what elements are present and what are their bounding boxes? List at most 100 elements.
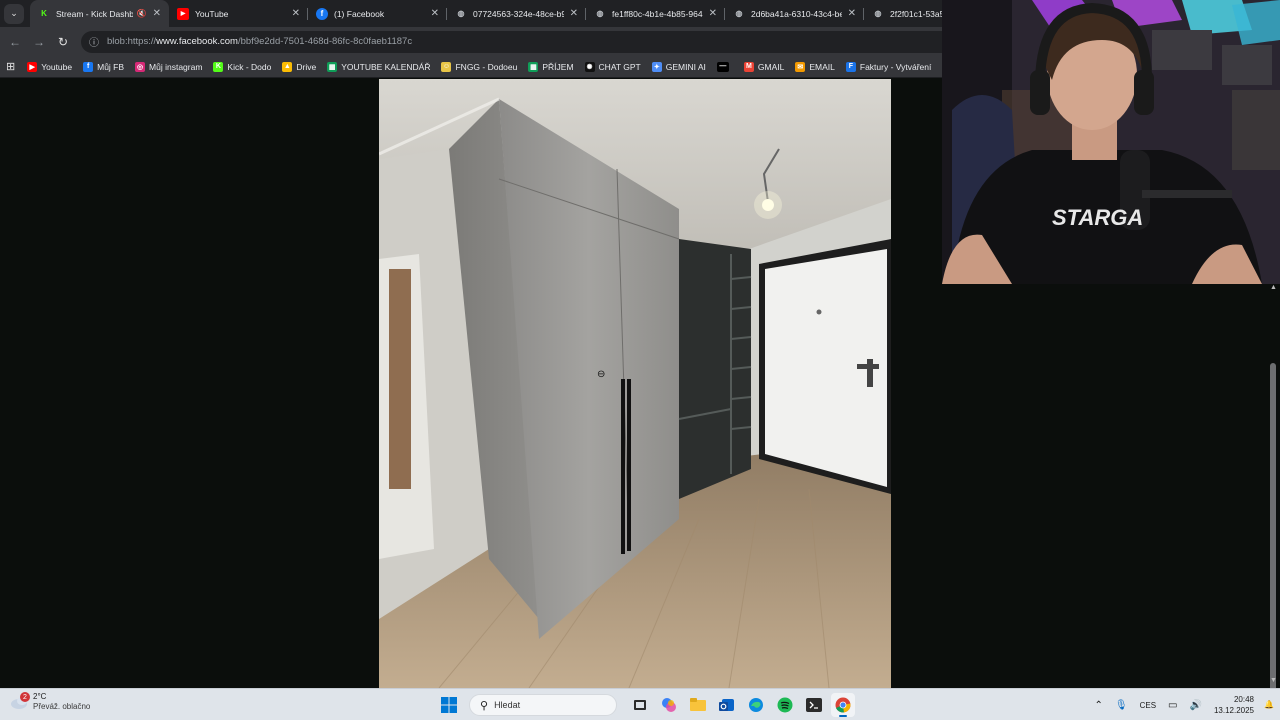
volume-icon[interactable]: 🔊 bbox=[1190, 700, 1202, 711]
bookmark-14[interactable]: F Faktury - Vytváření bbox=[845, 61, 932, 72]
taskbar-search-placeholder: Hledat bbox=[494, 700, 521, 710]
reload-button[interactable]: ↻ bbox=[51, 30, 75, 54]
globe-icon: ◍ bbox=[874, 9, 882, 18]
close-tab-icon[interactable]: ✕ bbox=[848, 8, 856, 19]
streamer-webcam-image: STARGA bbox=[942, 0, 1280, 284]
bookmark-5[interactable]: ▲ Drive bbox=[282, 61, 316, 72]
tab-title: Stream - Kick Dashbo bbox=[56, 8, 133, 19]
facebook-icon: f bbox=[316, 7, 328, 20]
close-tab-icon[interactable]: ✕ bbox=[292, 8, 300, 19]
close-tab-icon[interactable]: ✕ bbox=[431, 8, 439, 19]
bookmark-1[interactable]: ▶ Youtube bbox=[27, 61, 73, 72]
youtube-icon: ▶ bbox=[177, 7, 189, 20]
chrome-button[interactable] bbox=[830, 693, 855, 717]
file-explorer-button[interactable] bbox=[686, 693, 710, 717]
input-language[interactable]: CES bbox=[1140, 701, 1156, 710]
drive-icon: ▲ bbox=[282, 61, 293, 72]
gmail-icon: M bbox=[743, 61, 754, 72]
tab-3[interactable]: f (1) Facebook ✕ bbox=[308, 0, 447, 27]
forward-button[interactable]: → bbox=[27, 30, 51, 54]
reload-icon: ↻ bbox=[57, 34, 69, 49]
hallway-photo[interactable] bbox=[379, 79, 891, 688]
faktury-icon: F bbox=[845, 61, 856, 72]
svg-text:STARGA: STARGA bbox=[1052, 205, 1143, 230]
cloud-icon: 2 bbox=[10, 692, 30, 711]
bookmark-label: Youtube bbox=[41, 61, 73, 72]
chevron-down-icon: ⌄ bbox=[10, 8, 18, 18]
page-scrollbar[interactable] bbox=[1270, 363, 1276, 720]
bookmark-label: CHAT GPT bbox=[598, 61, 641, 72]
back-button[interactable]: ← bbox=[3, 30, 27, 54]
spotify-icon bbox=[777, 697, 792, 713]
clock-time: 20:48 bbox=[1233, 695, 1254, 704]
scroll-up-arrow-icon[interactable]: ▲ bbox=[1270, 284, 1278, 291]
taskbar-search[interactable]: ⚲ Hledat bbox=[469, 694, 617, 716]
notification-bell-icon[interactable]: 🔔 bbox=[1264, 700, 1274, 710]
microphone-icon[interactable]: 🎙 bbox=[1115, 700, 1128, 711]
arrow-right-icon: → bbox=[33, 34, 45, 49]
zoom-out-cursor-icon: ⊖ bbox=[597, 369, 606, 380]
bookmark-12[interactable]: M GMAIL bbox=[743, 61, 784, 72]
active-app-indicator bbox=[838, 715, 847, 717]
clock-date: 13.12.2025 bbox=[1213, 706, 1254, 715]
tab-search-button[interactable]: ⌄ bbox=[4, 3, 24, 24]
bookmark-9[interactable]: ✺ CHAT GPT bbox=[584, 61, 641, 72]
spotify-button[interactable] bbox=[773, 693, 797, 717]
bookmark-label: EMAIL bbox=[809, 61, 835, 72]
tab-title: YouTube bbox=[195, 8, 229, 19]
scroll-down-arrow-icon[interactable]: ▼ bbox=[1270, 677, 1278, 684]
bookmark-label: Faktury - Vytváření bbox=[859, 61, 932, 72]
tab-4[interactable]: ◍ 07724563-324e-48ce-b93 ✕ bbox=[447, 0, 586, 27]
bookmark-2[interactable]: f Můj FB bbox=[83, 61, 124, 72]
url-prefix: blob:https:// bbox=[107, 36, 157, 47]
bookmark-label: YOUTUBE KALENDÁŘ bbox=[341, 61, 431, 72]
tab-2[interactable]: ▶ YouTube ✕ bbox=[169, 0, 308, 27]
windows-logo-icon bbox=[441, 697, 457, 713]
dash-icon: — bbox=[716, 61, 729, 72]
site-info-icon[interactable]: ⓘ bbox=[89, 34, 99, 49]
bookmark-13[interactable]: ✉ EMAIL bbox=[795, 61, 835, 72]
sheets-icon: ▦ bbox=[327, 61, 338, 72]
copilot-icon bbox=[661, 698, 676, 712]
bookmark-4[interactable]: K Kick - Dodo bbox=[213, 61, 272, 72]
weather-alert-badge: 2 bbox=[20, 692, 30, 702]
terminal-button[interactable] bbox=[802, 693, 826, 717]
apps-grid-icon[interactable]: ⊞ bbox=[6, 60, 15, 73]
tab-6[interactable]: ◍ 2d6ba41a-6310-43c4-be ✕ bbox=[725, 0, 864, 27]
tab-title: (1) Facebook bbox=[334, 8, 385, 19]
tab-title: 2d6ba41a-6310-43c4-be bbox=[751, 8, 842, 19]
network-icon[interactable]: ▭ bbox=[1168, 700, 1177, 711]
bookmark-8[interactable]: ▦ PŘÍJEM bbox=[528, 61, 574, 72]
bookmark-label: Můj instagram bbox=[149, 61, 203, 72]
bookmark-10[interactable]: ✦ GEMINI AI bbox=[651, 61, 706, 72]
bookmark-6[interactable]: ▦ YOUTUBE KALENDÁŘ bbox=[327, 61, 431, 72]
task-view-button[interactable] bbox=[628, 693, 652, 717]
muted-speaker-icon[interactable]: 🔇 bbox=[137, 9, 147, 18]
close-tab-icon[interactable]: ✕ bbox=[709, 8, 717, 19]
outlook-button[interactable] bbox=[715, 693, 739, 717]
bookmark-11[interactable]: — bbox=[716, 61, 733, 72]
arrow-left-icon: ← bbox=[9, 34, 21, 49]
tabs-container: K Stream - Kick Dashbo 🔇 ✕ ▶ YouTube ✕ f (1) Fac… bbox=[30, 0, 1003, 27]
bookmark-7[interactable]: ☺ FNGG - Dodoeu bbox=[441, 61, 518, 72]
copilot-button[interactable] bbox=[657, 693, 681, 717]
system-tray: ⌃ 🎙 CES ▭ 🔊 20:48 13.12.2025 🔔 bbox=[1095, 689, 1280, 720]
bookmark-label: Kick - Dodo bbox=[227, 61, 272, 72]
weather-temperature: 2°C bbox=[33, 692, 47, 701]
bookmarks-list: ▶ Youtube f Můj FB ◎ Můj instagram K Kick - Dod… bbox=[27, 61, 995, 72]
bookmark-3[interactable]: ◎ Můj instagram bbox=[135, 61, 203, 72]
edge-button[interactable] bbox=[744, 693, 768, 717]
url-path: /bbf9e2dd-7501-468d-86fc-8c0faeb1187c bbox=[237, 36, 413, 47]
tab-1[interactable]: K Stream - Kick Dashbo 🔇 ✕ bbox=[30, 0, 169, 27]
bookmark-label: FNGG - Dodoeu bbox=[455, 61, 518, 72]
bookmark-label: GEMINI AI bbox=[665, 61, 706, 72]
start-button[interactable] bbox=[437, 693, 461, 717]
close-tab-icon[interactable]: ✕ bbox=[570, 8, 578, 19]
youtube-icon: ▶ bbox=[27, 61, 38, 72]
tab-5[interactable]: ◍ fe1ff80c-4b1e-4b85-9646 ✕ bbox=[586, 0, 725, 27]
clock[interactable]: 20:48 13.12.2025 bbox=[1214, 694, 1254, 716]
globe-icon: ◍ bbox=[735, 9, 743, 18]
weather-widget[interactable]: 2 2°C Převáž. oblačno bbox=[10, 692, 90, 712]
tray-overflow-chevron-icon[interactable]: ⌃ bbox=[1095, 700, 1103, 711]
close-tab-icon[interactable]: ✕ bbox=[153, 8, 161, 19]
